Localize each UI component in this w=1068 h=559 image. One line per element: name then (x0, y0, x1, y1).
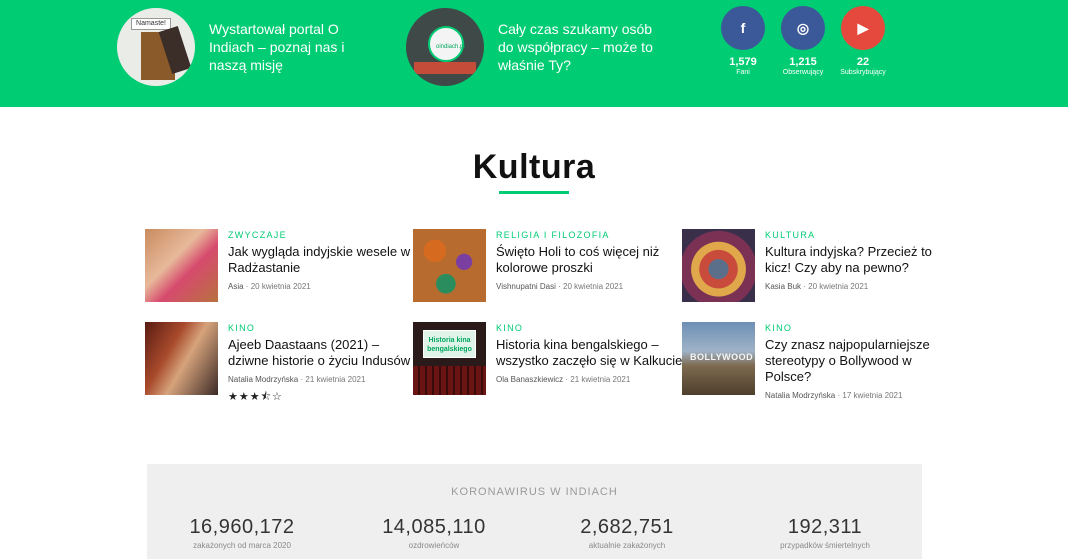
stat-deaths: 192,311 przypadków śmiertelnych (750, 516, 900, 550)
article-category[interactable]: Kino (228, 322, 418, 334)
stat-value: 2,682,751 (580, 516, 674, 538)
article-category[interactable]: Kino (765, 322, 955, 334)
article-author[interactable]: Asia (228, 282, 244, 291)
article-category[interactable]: Zwyczaje (228, 229, 418, 241)
promo-portal-launch[interactable]: Namaste! Wystartował portal O Indiach – … (117, 8, 379, 86)
stat-infected-total: 16,960,172 zakażonych od marca 2020 (167, 516, 317, 550)
promo-thumbnail[interactable]: Namaste! (117, 8, 195, 86)
youtube-count: 22 (856, 56, 870, 68)
stat-active: 2,682,751 aktualnie zakażonych (552, 516, 702, 550)
article-title[interactable]: Historia kina bengalskiego – wszystko za… (496, 337, 686, 369)
article-category[interactable]: Religia i filozofia (496, 229, 686, 241)
facebook-count: 1,579 (729, 56, 757, 68)
stat-label: przypadków śmiertelnych (780, 541, 870, 550)
article-date: 20 kwietnia 2021 (808, 282, 869, 291)
article-thumbnail[interactable] (682, 229, 755, 302)
article-meta: Natalia Modrzyńska · 17 kwietnia 2021 (765, 391, 955, 401)
meta-separator: · (300, 375, 304, 384)
meta-separator: · (565, 375, 569, 384)
article-title[interactable]: Ajeeb Daastaans (2021) – dziwne historie… (228, 337, 418, 369)
article-card[interactable]: Kultura Kultura indyjska? Przecież to ki… (682, 229, 955, 302)
stat-label: aktualnie zakażonych (588, 541, 666, 550)
article-meta: Vishnupatni Dasi · 20 kwietnia 2021 (496, 282, 686, 292)
article-date: 21 kwietnia 2021 (305, 375, 366, 384)
article-card[interactable]: Kino Ajeeb Daastaans (2021) – dziwne his… (145, 322, 418, 407)
title-underline (499, 191, 569, 194)
meta-separator: · (803, 282, 806, 291)
article-card[interactable]: Religia i filozofia Święto Holi to coś w… (413, 229, 686, 302)
meta-separator: · (837, 391, 841, 400)
section-title: Kultura (472, 148, 596, 186)
instagram-icon[interactable]: ◎ (781, 6, 825, 50)
meta-separator: · (245, 282, 249, 291)
article-author[interactable]: Vishnupatni Dasi (496, 282, 556, 291)
article-date: 20 kwietnia 2021 (563, 282, 624, 291)
article-thumbnail[interactable] (413, 229, 486, 302)
coronavirus-stats-panel: KORONAWIRUS W INDIACH 16,960,172 zakażon… (147, 464, 922, 559)
stat-value: 14,085,110 (382, 516, 486, 538)
article-meta: Ola Banaszkiewicz · 21 kwietnia 2021 (496, 375, 686, 385)
article-thumbnail[interactable]: BOLLYWOOD (682, 322, 755, 395)
top-banner: Namaste! Wystartował portal O Indiach – … (0, 0, 1068, 107)
article-author[interactable]: Natalia Modrzyńska (765, 391, 835, 400)
article-thumbnail[interactable]: Historia kina bengalskiego (413, 322, 486, 395)
article-author[interactable]: Natalia Modrzyńska (228, 375, 298, 384)
stat-label: ozdrowieńców (408, 541, 460, 550)
stat-label: zakażonych od marca 2020 (193, 541, 291, 550)
promo-text[interactable]: Cały czas szukamy osób do współpracy – m… (498, 20, 668, 74)
youtube-label: Subskrybujący (840, 69, 886, 76)
article-category[interactable]: Kultura (765, 229, 955, 241)
corona-panel-title: KORONAWIRUS W INDIACH (451, 486, 618, 498)
article-card[interactable]: Zwyczaje Jak wygląda indyjskie wesele w … (145, 229, 418, 302)
article-card[interactable]: BOLLYWOOD Kino Czy znasz najpopularniejs… (682, 322, 955, 401)
article-title[interactable]: Święto Holi to coś więcej niż kolorowe p… (496, 244, 686, 276)
article-date: 17 kwietnia 2021 (842, 391, 903, 400)
article-author[interactable]: Kasia Buk (765, 282, 801, 291)
meta-separator: · (558, 282, 561, 291)
promo-recruitment[interactable]: oindiach.pl Cały czas szukamy osób do ws… (406, 8, 668, 86)
stat-recovered: 14,085,110 ozdrowieńców (359, 516, 509, 550)
article-meta: Kasia Buk · 20 kwietnia 2021 (765, 282, 955, 292)
article-thumbnail[interactable] (145, 322, 218, 395)
facebook-icon[interactable]: f (721, 6, 765, 50)
article-date: 20 kwietnia 2021 (250, 282, 311, 291)
instagram-count: 1,215 (789, 56, 817, 68)
thumbnail-logo: oindiach.pl (436, 44, 465, 50)
article-title[interactable]: Jak wygląda indyjskie wesele w Radżastan… (228, 244, 418, 276)
youtube-counter[interactable]: ▶ 22 Subskrybujący (840, 6, 886, 78)
stat-value: 16,960,172 (189, 516, 295, 538)
article-title[interactable]: Kultura indyjska? Przecież to kicz! Czy … (765, 244, 955, 276)
stat-value: 192,311 (787, 516, 863, 538)
star-rating: ★★★⯪☆ (228, 391, 283, 403)
article-meta: Natalia Modrzyńska · 21 kwietnia 2021 (228, 375, 418, 385)
article-title[interactable]: Czy znasz najpopularniejsze stereotypy o… (765, 337, 955, 385)
article-category[interactable]: Kino (496, 322, 686, 334)
article-thumbnail[interactable] (145, 229, 218, 302)
thumbnail-sign-text: BOLLYWOOD (690, 352, 754, 362)
promo-thumbnail[interactable]: oindiach.pl (406, 8, 484, 86)
article-meta: Asia · 20 kwietnia 2021 (228, 282, 418, 292)
promo-text[interactable]: Wystartował portal O Indiach – poznaj na… (209, 20, 379, 74)
youtube-icon[interactable]: ▶ (841, 6, 885, 50)
thumbnail-sign: Namaste! (131, 18, 171, 30)
article-card[interactable]: Historia kina bengalskiego Kino Historia… (413, 322, 686, 395)
article-date: 21 kwietnia 2021 (570, 375, 631, 384)
thumbnail-screen-text: Historia kina bengalskiego (427, 337, 472, 353)
article-author[interactable]: Ola Banaszkiewicz (496, 375, 563, 384)
